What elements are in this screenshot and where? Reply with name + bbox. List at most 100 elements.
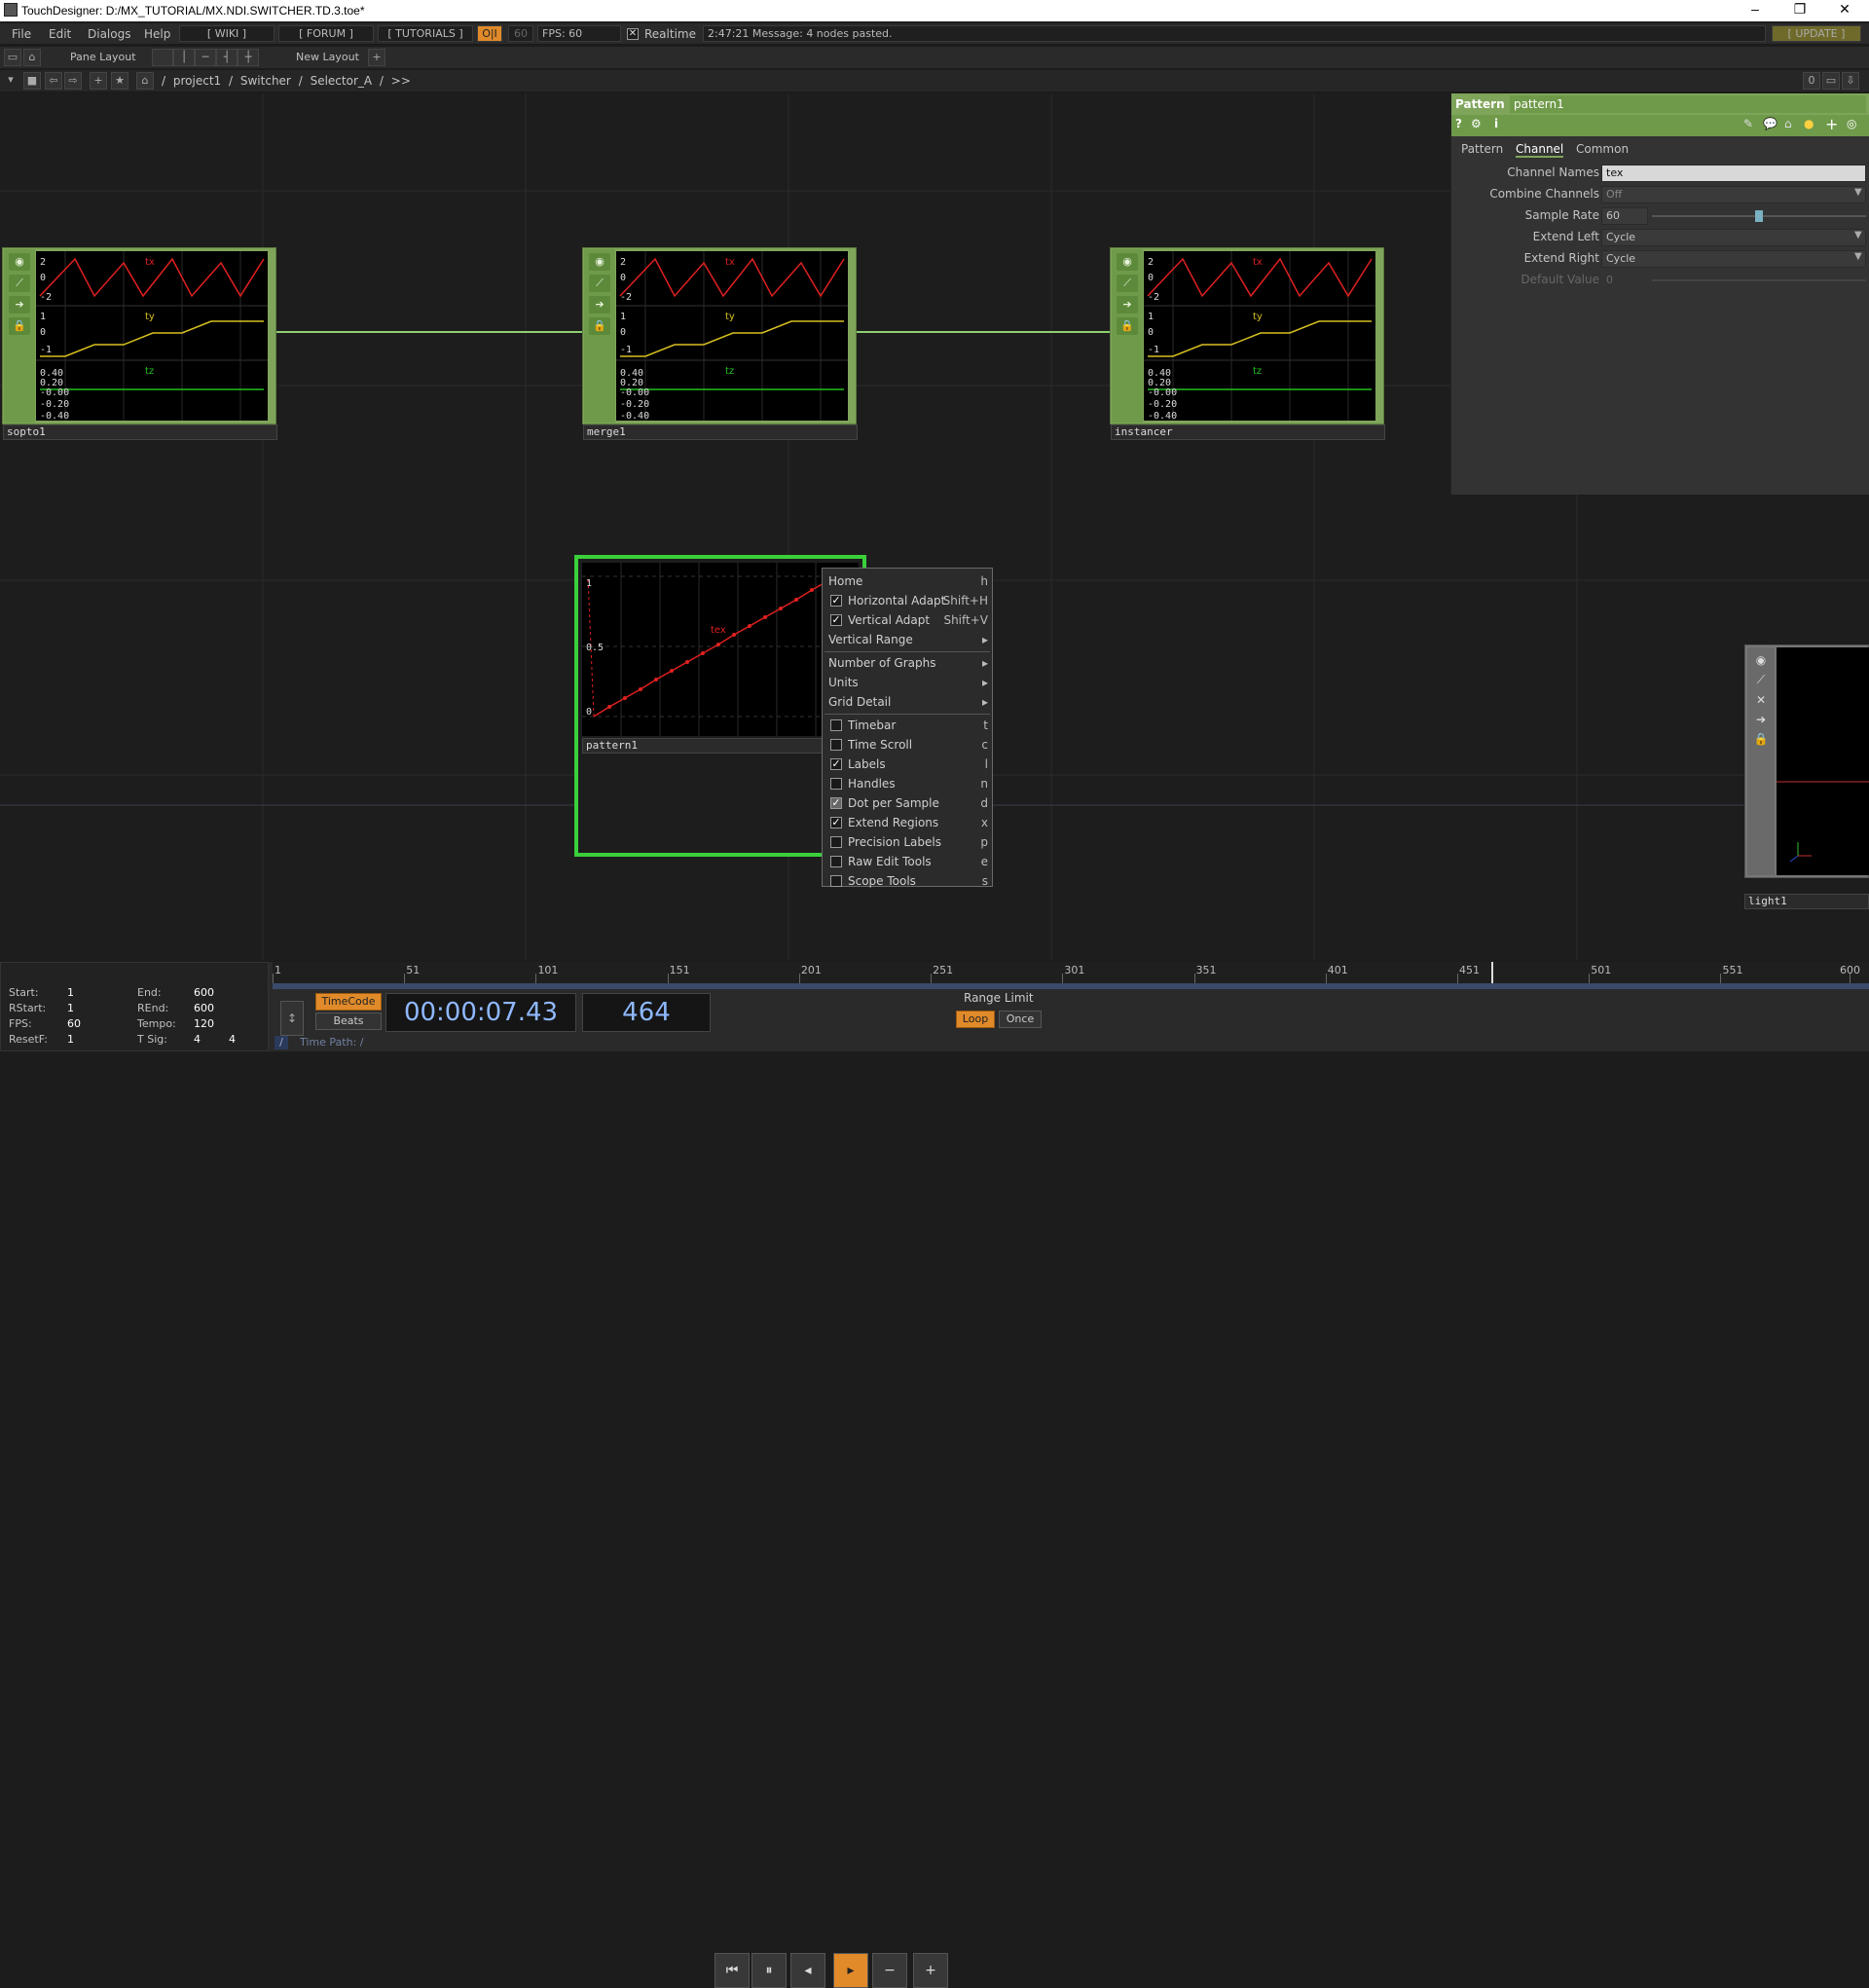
download-icon[interactable]: ⇩ [1842, 72, 1859, 90]
time-mode-icon[interactable]: ↕ [280, 1001, 304, 1036]
home-icon[interactable]: ⌂ [136, 72, 154, 90]
realtime-checkbox[interactable]: ✕ [627, 28, 639, 40]
tab-channel[interactable]: Channel [1516, 142, 1564, 158]
node-name[interactable]: pattern1 [582, 738, 859, 754]
menu-file[interactable]: File [12, 27, 31, 41]
step-plus-icon[interactable]: + [913, 1953, 948, 1988]
layout-single-icon[interactable] [152, 49, 173, 66]
tsig-denominator[interactable]: 4 [229, 1033, 236, 1046]
time-path-root[interactable]: / [275, 1036, 288, 1049]
fps-value[interactable]: 60 [67, 1017, 81, 1030]
menu-item-number-of-graphs[interactable]: Number of Graphs ▸ [828, 654, 988, 672]
add-icon[interactable]: + [90, 72, 107, 90]
menu-item-vertical-range[interactable]: Vertical Range ▸ [828, 631, 988, 648]
menu-item-dot-per-sample[interactable]: ✓ Dot per Sample d [828, 794, 988, 812]
close-icon[interactable]: ✕ [1822, 1, 1867, 18]
lock-icon[interactable]: 🔒 [9, 317, 30, 335]
info-icon[interactable]: i [1494, 117, 1498, 130]
checkbox[interactable] [830, 856, 842, 867]
tutorials-button[interactable]: [ TUTORIALS ] [378, 25, 473, 42]
add-icon[interactable]: + [1825, 115, 1838, 133]
start-value[interactable]: 1 [67, 986, 74, 999]
beats-toggle[interactable]: Beats [315, 1012, 382, 1030]
dropdown-icon[interactable]: ▾ [2, 72, 19, 90]
layout-three-icon[interactable]: ┤ [216, 49, 238, 66]
lock-icon[interactable]: 🔒 [1751, 732, 1771, 746]
step-back-icon[interactable]: ◂ [790, 1953, 825, 1988]
menu-item-extend-regions[interactable]: ✓ Extend Regions x [828, 814, 988, 831]
menu-item-timebar[interactable]: Timebar t [828, 717, 988, 734]
time-ruler[interactable]: 1 51 101 151 201 251 301 351 401 451 501 551 600 [273, 962, 1869, 983]
checkbox[interactable] [830, 875, 842, 887]
viewer-icon[interactable]: ◉ [1117, 253, 1138, 271]
pane-icon[interactable]: ▭ [4, 49, 21, 66]
step-minus-icon[interactable]: − [872, 1953, 907, 1988]
viewer-icon[interactable]: ◉ [589, 253, 610, 271]
breadcrumb-project1[interactable]: project1 [173, 74, 221, 88]
graph-icon[interactable]: ⟋ [1751, 673, 1771, 687]
graph-icon[interactable]: ⟋ [1117, 275, 1138, 292]
node-name[interactable]: sopto1 [3, 424, 277, 440]
target-icon[interactable]: ◎ [1847, 117, 1856, 130]
tab-pattern[interactable]: Pattern [1461, 142, 1503, 156]
breadcrumb-selector-a[interactable]: Selector_A [311, 74, 373, 88]
menu-item-time-scroll[interactable]: Time Scroll c [828, 736, 988, 754]
menu-item-units[interactable]: Units ▸ [828, 674, 988, 691]
tempo-value[interactable]: 120 [194, 1017, 214, 1030]
lock-icon[interactable]: 🔒 [1117, 317, 1138, 335]
menu-item-horizontal-adapt[interactable]: ✓ Horizontal Adapt Shift+H [828, 592, 988, 609]
tab-common[interactable]: Common [1576, 142, 1629, 156]
time-scrollbar[interactable] [273, 983, 1869, 989]
viewer-icon[interactable]: ◉ [9, 253, 30, 271]
play-icon[interactable]: ▸ [833, 1953, 868, 1988]
help-icon[interactable]: ? [1455, 117, 1462, 130]
arrow-icon[interactable]: ➔ [1751, 713, 1771, 726]
tag-icon[interactable]: ⌂ [1784, 117, 1792, 130]
home-pane-icon[interactable]: ⌂ [23, 49, 41, 66]
menu-edit[interactable]: Edit [49, 27, 71, 41]
channel-names-field[interactable]: tex [1601, 165, 1866, 182]
node-name[interactable]: instancer [1111, 424, 1385, 440]
node-name[interactable]: light1 [1744, 894, 1869, 909]
checkbox[interactable] [830, 719, 842, 731]
resetf-value[interactable]: 1 [67, 1033, 74, 1046]
edit-icon[interactable]: ✎ [1743, 117, 1753, 130]
star-icon[interactable]: ★ [111, 72, 128, 90]
layout-split-v-icon[interactable]: │ [173, 49, 195, 66]
menu-item-handles[interactable]: Handles n [828, 775, 988, 792]
fps-setting[interactable]: 60 [508, 25, 533, 42]
lock-icon[interactable]: 🔒 [589, 317, 610, 335]
rstart-value[interactable]: 1 [67, 1002, 74, 1014]
maximize-pane-icon[interactable]: ▭ [1822, 72, 1840, 90]
graph-icon[interactable]: ⟋ [589, 275, 610, 292]
end-value[interactable]: 600 [194, 986, 214, 999]
checkbox[interactable] [830, 778, 842, 790]
checkbox[interactable]: ✓ [830, 614, 842, 626]
rewind-icon[interactable]: ⏮ [715, 1953, 750, 1988]
arrow-icon[interactable]: ➔ [9, 296, 30, 313]
minimize-icon[interactable]: – [1733, 1, 1777, 17]
checkbox[interactable]: ✓ [830, 595, 842, 607]
python-icon[interactable]: ● [1804, 117, 1814, 130]
viewer-icon[interactable]: ◉ [1751, 653, 1771, 667]
node-instancer[interactable]: ◉ ⟋ ➔ 🔒 2 0 -2 1 0 -1 0.40 0.20 -0.00 -0.20 -0.40 t… [1110, 247, 1385, 440]
menu-dialogs[interactable]: Dialogs [88, 27, 130, 41]
timecode-toggle[interactable]: TimeCode [315, 993, 382, 1011]
perform-toggle[interactable]: O|I [477, 25, 502, 42]
python-help-icon[interactable]: ⚙ [1471, 117, 1482, 130]
add-layout-icon[interactable]: + [368, 49, 385, 66]
breadcrumb-more[interactable]: >> [391, 74, 411, 88]
node-name[interactable]: merge1 [583, 424, 858, 440]
playhead[interactable] [1491, 962, 1494, 983]
wiki-button[interactable]: [ WIKI ] [179, 25, 275, 42]
extend-right-menu[interactable]: Cycle [1601, 250, 1866, 268]
layout-four-icon[interactable]: ┼ [238, 49, 259, 66]
timecode-display[interactable]: 00:00:07.43 [385, 993, 576, 1032]
checkbox[interactable]: ✓ [830, 758, 842, 770]
checkbox[interactable]: ✓ [830, 797, 842, 809]
tsig-numerator[interactable]: 4 [194, 1033, 201, 1046]
update-button[interactable]: [ UPDATE ] [1772, 25, 1861, 42]
node-merge1[interactable]: ◉ ⟋ ➔ 🔒 2 0 -2 1 0 -1 0.40 0.20 -0.00 -0.20 -0.40 t… [582, 247, 858, 440]
menu-item-scope-tools[interactable]: Scope Tools s [828, 872, 988, 890]
arrow-icon[interactable]: ➔ [1117, 296, 1138, 313]
